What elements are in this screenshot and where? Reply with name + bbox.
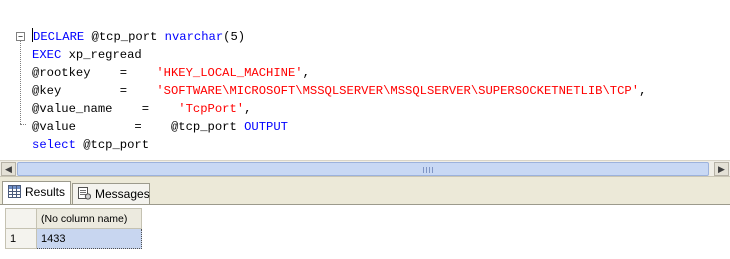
code-keyword: OUTPUT	[244, 120, 288, 134]
code-text: @tcp_port	[84, 30, 165, 44]
code-keyword: select	[32, 138, 76, 152]
code-text: ,	[244, 102, 252, 116]
column-header[interactable]: (No column name)	[36, 208, 142, 229]
outline-end	[20, 124, 26, 125]
code-keyword: DECLARE	[33, 30, 85, 44]
code-line-3[interactable]: @rootkey = 'HKEY_LOCAL_MACHINE',	[32, 64, 310, 82]
code-text: (5)	[223, 30, 246, 44]
tab-messages[interactable]: Messages	[72, 183, 150, 204]
code-text: ,	[302, 66, 310, 80]
code-text: @rootkey =	[32, 66, 157, 80]
arrow-left-icon[interactable]: ◀	[1, 162, 16, 176]
code-text: @value = @tcp_port	[32, 120, 245, 134]
code-text: @key =	[32, 84, 157, 98]
code-line-6[interactable]: @value = @tcp_port OUTPUT	[32, 118, 288, 136]
table-row: 1 1433	[5, 228, 142, 249]
horizontal-scrollbar[interactable]: ◀ ▶	[0, 160, 730, 176]
messages-icon	[78, 187, 91, 200]
code-string: 'HKEY_LOCAL_MACHINE'	[156, 66, 303, 80]
code-keyword: nvarchar	[164, 30, 224, 44]
code-keyword: EXEC	[32, 48, 62, 62]
scrollbar-thumb[interactable]	[17, 162, 709, 176]
result-cell[interactable]: 1433	[36, 228, 142, 249]
code-text: ,	[639, 84, 647, 98]
code-line-1[interactable]: DECLARE @tcp_port nvarchar(5)	[32, 28, 245, 46]
code-string: 'SOFTWARE\MICROSOFT\MSSQLSERVER\MSSQLSER…	[156, 84, 640, 98]
tab-results[interactable]: Results	[2, 181, 71, 205]
tab-results-label: Results	[25, 185, 66, 199]
arrow-right-icon[interactable]: ▶	[714, 162, 729, 176]
grid-icon	[8, 185, 21, 198]
grip-icon	[423, 167, 435, 173]
code-line-5[interactable]: @value_name = 'TcpPort',	[32, 100, 251, 118]
grid-header-row: (No column name)	[5, 208, 142, 229]
query-editor[interactable]: − DECLARE @tcp_port nvarchar(5) EXEC xp_…	[0, 0, 730, 160]
code-line-2[interactable]: EXEC xp_regread	[32, 46, 142, 64]
results-tab-strip: Results Messages	[0, 176, 730, 205]
code-text: @tcp_port	[75, 138, 150, 152]
grid-corner[interactable]	[5, 208, 37, 229]
tab-messages-label: Messages	[95, 187, 150, 201]
collapse-icon[interactable]: −	[16, 32, 25, 41]
outline-guide	[20, 40, 21, 124]
code-text: @value_name =	[32, 102, 179, 116]
results-pane: (No column name) 1 1433	[0, 204, 730, 259]
code-string: 'TcpPort'	[178, 102, 245, 116]
row-header[interactable]: 1	[5, 228, 37, 249]
code-line-7[interactable]: select @tcp_port	[32, 136, 149, 154]
results-grid: (No column name) 1 1433	[5, 208, 142, 249]
code-text: xp_regread	[61, 48, 142, 62]
code-line-4[interactable]: @key = 'SOFTWARE\MICROSOFT\MSSQLSERVER\M…	[32, 82, 646, 100]
